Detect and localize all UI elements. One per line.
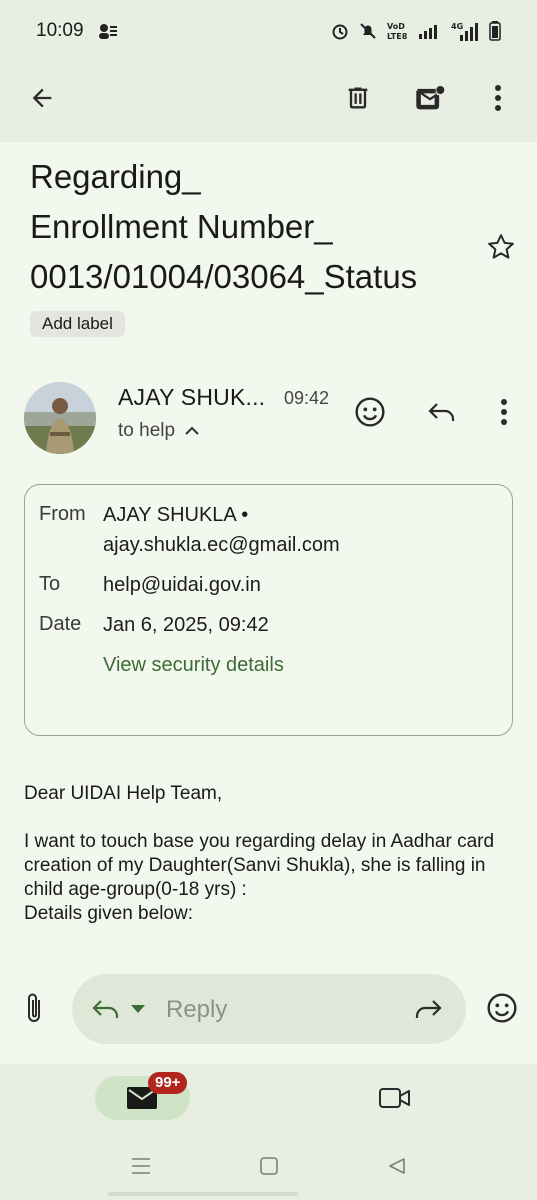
reply-icon xyxy=(428,403,455,421)
attach-button[interactable] xyxy=(14,988,54,1028)
email-subject: Regarding_ Enrollment Number_ 0013/01004… xyxy=(30,158,418,295)
to-value[interactable]: help@uidai.gov.in xyxy=(103,570,483,600)
home-icon xyxy=(260,1157,278,1175)
svg-text:VoD: VoD xyxy=(387,22,405,31)
to-line-text: to help xyxy=(118,420,176,441)
sent-time: 09:42 xyxy=(284,388,330,408)
signal-icon xyxy=(419,25,437,39)
battery-icon xyxy=(489,21,501,41)
back-nav-button[interactable] xyxy=(382,1154,412,1178)
home-indicator xyxy=(108,1192,298,1196)
reply-mode-dropdown[interactable] xyxy=(90,994,146,1024)
email-body: Dear UIDAI Help Team, I want to touch ba… xyxy=(24,782,514,926)
reply-placeholder: Reply xyxy=(166,996,228,1023)
back-arrow-icon xyxy=(32,88,52,108)
body-greeting: Dear UIDAI Help Team, xyxy=(24,783,223,804)
alarm-icon xyxy=(332,24,348,40)
contacts-icon xyxy=(98,24,117,39)
reply-icon xyxy=(92,1000,119,1018)
reply-bar: Reply xyxy=(0,952,537,1064)
chevron-up-icon xyxy=(185,426,199,435)
more-options-button[interactable] xyxy=(476,76,520,120)
video-camera-icon xyxy=(379,1088,410,1108)
svg-text:LTE8: LTE8 xyxy=(387,32,408,41)
add-label-chip[interactable]: Add label xyxy=(30,311,125,337)
body-details-line: Details given below: xyxy=(24,903,193,924)
more-vert-icon xyxy=(501,399,507,425)
unread-badge: 99+ xyxy=(148,1072,188,1094)
date-label: Date xyxy=(39,613,82,635)
mark-unread-icon xyxy=(415,86,445,110)
mute-icon xyxy=(360,23,376,39)
emoji-icon xyxy=(487,993,517,1023)
reply-button[interactable] xyxy=(422,392,462,432)
back-triangle-icon xyxy=(389,1158,405,1174)
status-bar: 10:09 VoD LTE8 4G xyxy=(0,0,537,62)
volte-icon: VoDLTE8 xyxy=(387,22,408,41)
message-details-box: From AJAY SHUKLA • ajay.shukla.ec@gmail.… xyxy=(24,484,513,736)
star-button[interactable] xyxy=(484,230,518,264)
date-value: Jan 6, 2025, 09:42 xyxy=(103,614,269,636)
react-button[interactable] xyxy=(350,392,390,432)
mark-unread-button[interactable] xyxy=(408,76,452,120)
attach-icon xyxy=(28,993,40,1022)
recents-icon xyxy=(132,1158,150,1174)
message-more-button[interactable] xyxy=(490,392,518,432)
meet-tab[interactable] xyxy=(370,1080,420,1116)
top-app-bar xyxy=(0,62,537,142)
status-time: 10:09 xyxy=(36,20,84,41)
avatar-photo xyxy=(24,382,96,454)
sender-name[interactable]: AJAY SHUK... xyxy=(118,384,265,411)
status-icons: VoD LTE8 4G xyxy=(331,21,501,41)
forward-icon xyxy=(415,1000,442,1018)
avatar[interactable] xyxy=(24,382,96,454)
delete-icon xyxy=(348,87,368,109)
recipient-toggle[interactable]: to help xyxy=(118,420,199,442)
back-button[interactable] xyxy=(20,76,64,120)
view-security-details-link[interactable]: View security details xyxy=(103,650,483,680)
reply-emoji-button[interactable] xyxy=(482,988,522,1028)
from-label: From xyxy=(39,503,86,525)
reply-input[interactable]: Reply xyxy=(72,974,466,1044)
more-vert-icon xyxy=(495,85,501,111)
to-label: To xyxy=(39,573,61,595)
dropdown-arrow-icon xyxy=(131,1005,145,1013)
4g-signal-icon: 4G xyxy=(451,22,478,41)
forward-button[interactable] xyxy=(408,994,448,1024)
star-icon xyxy=(488,234,514,259)
recents-nav-button[interactable] xyxy=(126,1154,156,1178)
delete-button[interactable] xyxy=(336,76,380,120)
from-value[interactable]: AJAY SHUKLA • ajay.shukla.ec@gmail.com xyxy=(103,500,483,560)
svg-text:4G: 4G xyxy=(451,22,463,31)
emoji-icon xyxy=(355,397,385,427)
body-paragraph: I want to touch base you regarding delay… xyxy=(24,831,495,900)
bottom-navigation: 99+ xyxy=(0,1064,537,1200)
home-nav-button[interactable] xyxy=(254,1154,284,1178)
